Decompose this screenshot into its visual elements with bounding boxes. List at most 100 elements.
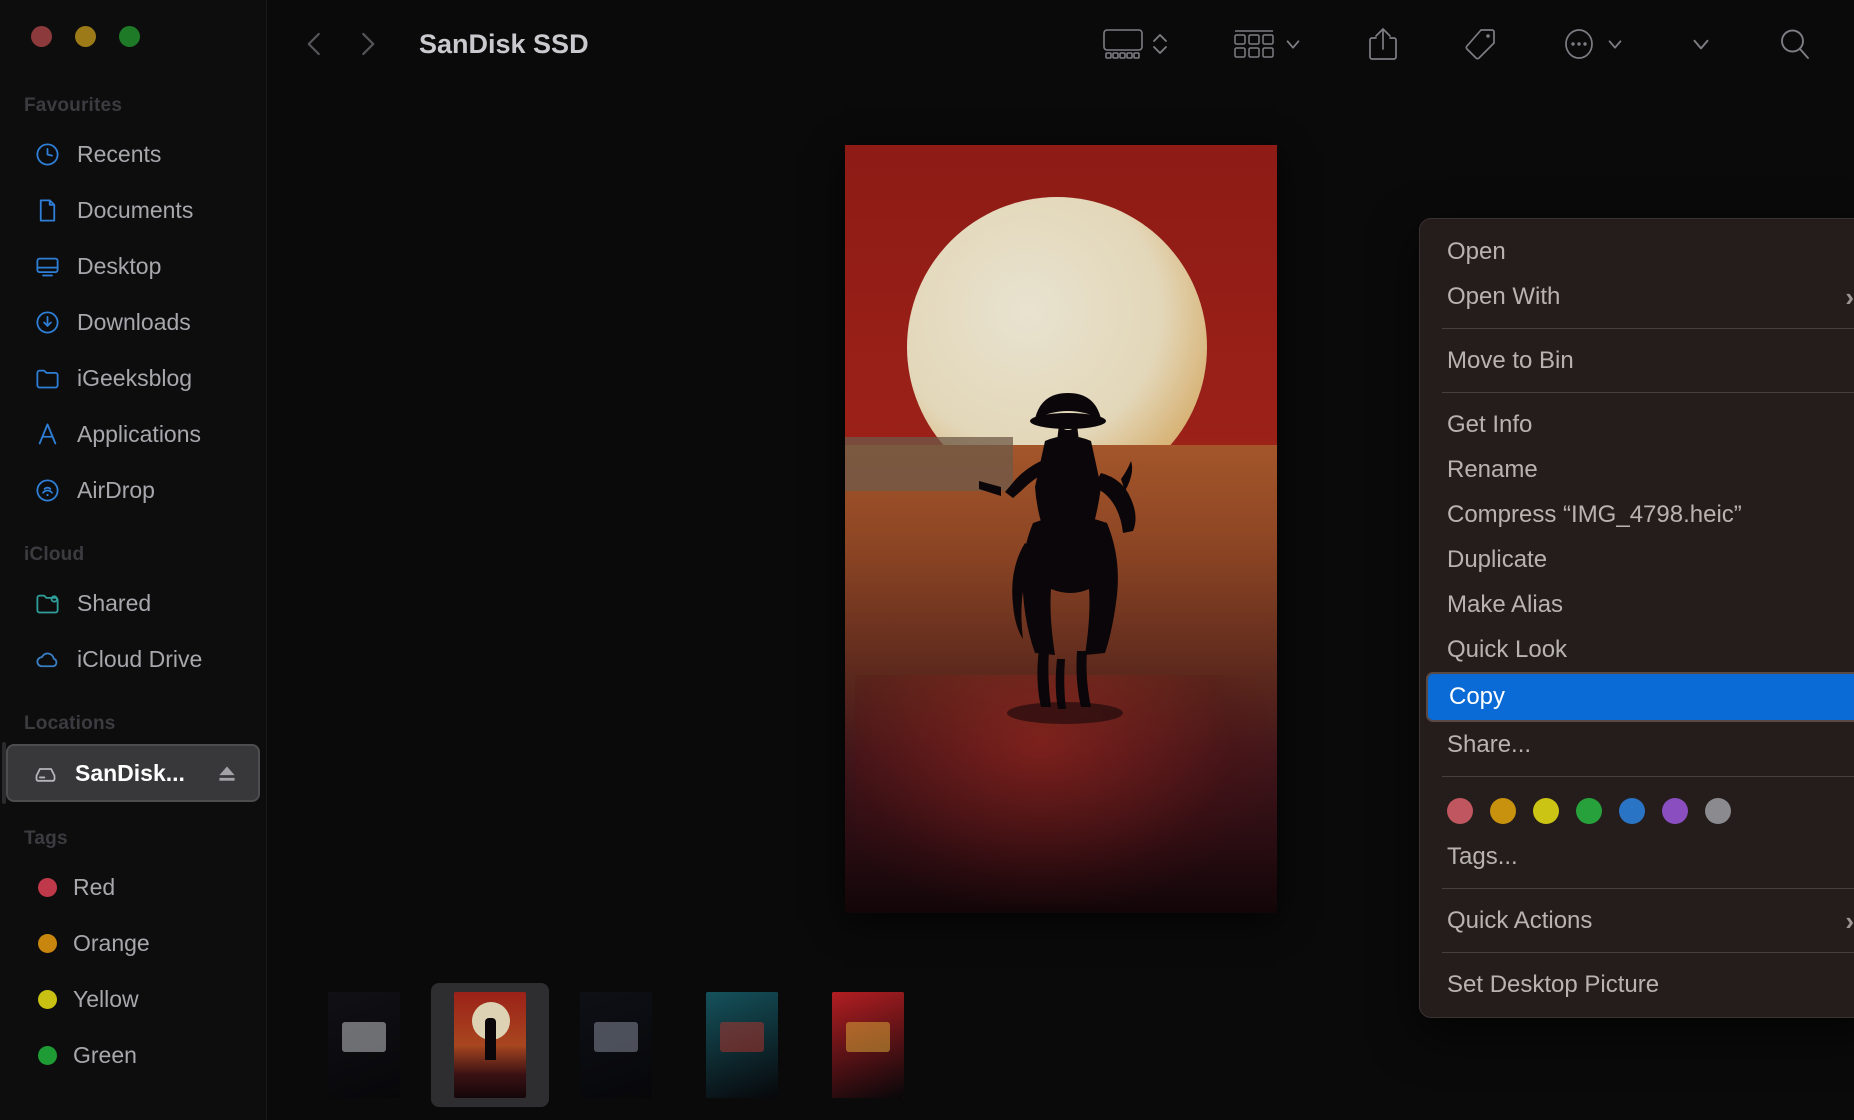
icon-view-icon bbox=[1232, 26, 1276, 62]
menu-item-get-info[interactable]: Get Info bbox=[1420, 402, 1854, 447]
gallery-view-button[interactable] bbox=[1092, 18, 1180, 70]
menu-item-open-with[interactable]: Open With› bbox=[1420, 274, 1854, 319]
maximize-button[interactable] bbox=[119, 26, 140, 47]
tag-color-yellow[interactable] bbox=[1533, 798, 1559, 824]
folder-icon bbox=[34, 365, 61, 392]
back-button[interactable] bbox=[289, 18, 341, 70]
menu-item-set-desktop-picture[interactable]: Set Desktop Picture bbox=[1420, 962, 1854, 1007]
sidebar-item-igeeksblog[interactable]: iGeeksblog bbox=[10, 350, 256, 406]
menu-item-label: Make Alias bbox=[1447, 591, 1854, 619]
sidebar-item-green[interactable]: Green bbox=[10, 1027, 256, 1083]
external-drive-icon bbox=[32, 760, 59, 787]
menu-item-label: Open bbox=[1447, 238, 1854, 266]
shared-folder-icon bbox=[34, 590, 61, 617]
tag-color-purple[interactable] bbox=[1662, 798, 1688, 824]
toolbar-overflow-button[interactable] bbox=[1678, 18, 1724, 70]
menu-item-label: Copy bbox=[1449, 683, 1846, 711]
thumbnail-image bbox=[580, 992, 652, 1098]
forward-button[interactable] bbox=[341, 18, 393, 70]
menu-item-make-alias[interactable]: Make Alias bbox=[1420, 582, 1854, 627]
chevron-right-icon: › bbox=[1845, 908, 1854, 934]
sidebar-item-label: AirDrop bbox=[77, 477, 256, 504]
menu-separator bbox=[1442, 328, 1854, 329]
sidebar-section-title-favourites: Favourites bbox=[0, 95, 266, 126]
tag-color-red[interactable] bbox=[1447, 798, 1473, 824]
applications-icon bbox=[34, 421, 61, 448]
tag-color-orange[interactable] bbox=[1490, 798, 1516, 824]
tag-color-gray[interactable] bbox=[1705, 798, 1731, 824]
menu-item-quick-actions[interactable]: Quick Actions› bbox=[1420, 898, 1854, 943]
tag-color-dot bbox=[38, 1046, 57, 1065]
sidebar-item-label: iGeeksblog bbox=[77, 365, 256, 392]
context-menu[interactable]: OpenOpen With›Move to BinGet InfoRenameC… bbox=[1419, 218, 1854, 1018]
sidebar-item-downloads[interactable]: Downloads bbox=[10, 294, 256, 350]
search-icon bbox=[1776, 25, 1814, 63]
sidebar-item-label: Documents bbox=[77, 197, 256, 224]
tag-color-green[interactable] bbox=[1576, 798, 1602, 824]
filmstrip-thumbnail[interactable] bbox=[683, 983, 801, 1107]
menu-item-compress-img-4798-heic[interactable]: Compress “IMG_4798.heic” bbox=[1420, 492, 1854, 537]
sidebar-item-recents[interactable]: Recents bbox=[10, 126, 256, 182]
tag-icon bbox=[1462, 26, 1498, 62]
sidebar-item-label: SanDisk... bbox=[75, 760, 198, 787]
thumbnail-image bbox=[454, 992, 526, 1098]
sidebar-item-red[interactable]: Red bbox=[10, 859, 256, 915]
menu-item-move-to-bin[interactable]: Move to Bin bbox=[1420, 338, 1854, 383]
chevron-right-icon: › bbox=[1845, 284, 1854, 310]
icon-view-button[interactable] bbox=[1222, 18, 1314, 70]
eject-icon[interactable] bbox=[214, 760, 240, 786]
menu-item-share[interactable]: Share... bbox=[1420, 722, 1854, 767]
menu-item-rename[interactable]: Rename bbox=[1420, 447, 1854, 492]
airdrop-icon bbox=[34, 477, 61, 504]
menu-item-tags[interactable]: Tags... bbox=[1420, 834, 1854, 879]
sidebar: FavouritesRecents Documents Desktop Downloa… bbox=[0, 0, 267, 1120]
minimize-button[interactable] bbox=[75, 26, 96, 47]
close-button[interactable] bbox=[31, 26, 52, 47]
menu-tag-colors[interactable] bbox=[1420, 786, 1854, 834]
tag-button[interactable] bbox=[1452, 18, 1508, 70]
image-preview[interactable] bbox=[845, 145, 1277, 913]
sidebar-item-desktop[interactable]: Desktop bbox=[10, 238, 256, 294]
menu-item-quick-look[interactable]: Quick Look bbox=[1420, 627, 1854, 672]
sidebar-item-applications[interactable]: Applications bbox=[10, 406, 256, 462]
chevron-down-icon[interactable] bbox=[1282, 33, 1304, 55]
share-icon bbox=[1366, 25, 1400, 63]
menu-item-label: Quick Look bbox=[1447, 636, 1854, 664]
menu-item-label: Open With bbox=[1447, 283, 1845, 311]
sidebar-item-label: Orange bbox=[73, 930, 256, 957]
sidebar-gap bbox=[0, 802, 266, 828]
sidebar-item-documents[interactable]: Documents bbox=[10, 182, 256, 238]
sidebar-gap bbox=[0, 518, 266, 544]
chevron-down-icon[interactable] bbox=[1604, 33, 1626, 55]
tag-color-blue[interactable] bbox=[1619, 798, 1645, 824]
tag-color-dot bbox=[38, 990, 57, 1009]
menu-item-duplicate[interactable]: Duplicate bbox=[1420, 537, 1854, 582]
menu-item-label: Quick Actions bbox=[1447, 907, 1845, 935]
filmstrip-thumbnail[interactable] bbox=[305, 983, 423, 1107]
filmstrip-thumbnail[interactable] bbox=[557, 983, 675, 1107]
sidebar-item-label: Yellow bbox=[73, 986, 256, 1013]
sidebar-item-label: Green bbox=[73, 1042, 256, 1069]
sidebar-item-icloud-drive[interactable]: iCloud Drive bbox=[10, 631, 256, 687]
sidebar-item-airdrop[interactable]: AirDrop bbox=[10, 462, 256, 518]
sidebar-item-yellow[interactable]: Yellow bbox=[10, 971, 256, 1027]
menu-separator bbox=[1442, 888, 1854, 889]
sidebar-item-shared[interactable]: Shared bbox=[10, 575, 256, 631]
sidebar-item-sandisk[interactable]: SanDisk... bbox=[6, 744, 260, 802]
menu-item-copy[interactable]: Copy bbox=[1426, 672, 1854, 722]
menu-item-open[interactable]: Open bbox=[1420, 229, 1854, 274]
sidebar-item-label: Downloads bbox=[77, 309, 256, 336]
sidebar-item-label: Desktop bbox=[77, 253, 256, 280]
filmstrip-thumbnail-selected[interactable] bbox=[431, 983, 549, 1107]
search-button[interactable] bbox=[1766, 18, 1824, 70]
breadcrumb[interactable]: SanDisk SSD bbox=[419, 29, 589, 60]
window-controls bbox=[0, 26, 266, 47]
share-button[interactable] bbox=[1356, 18, 1410, 70]
menu-item-label: Share... bbox=[1447, 731, 1854, 759]
more-actions-button[interactable] bbox=[1550, 18, 1636, 70]
menu-item-label: Get Info bbox=[1447, 411, 1854, 439]
sidebar-item-orange[interactable]: Orange bbox=[10, 915, 256, 971]
filmstrip-thumbnail[interactable] bbox=[809, 983, 927, 1107]
menu-separator bbox=[1442, 952, 1854, 953]
stepper-icon[interactable] bbox=[1150, 26, 1170, 62]
